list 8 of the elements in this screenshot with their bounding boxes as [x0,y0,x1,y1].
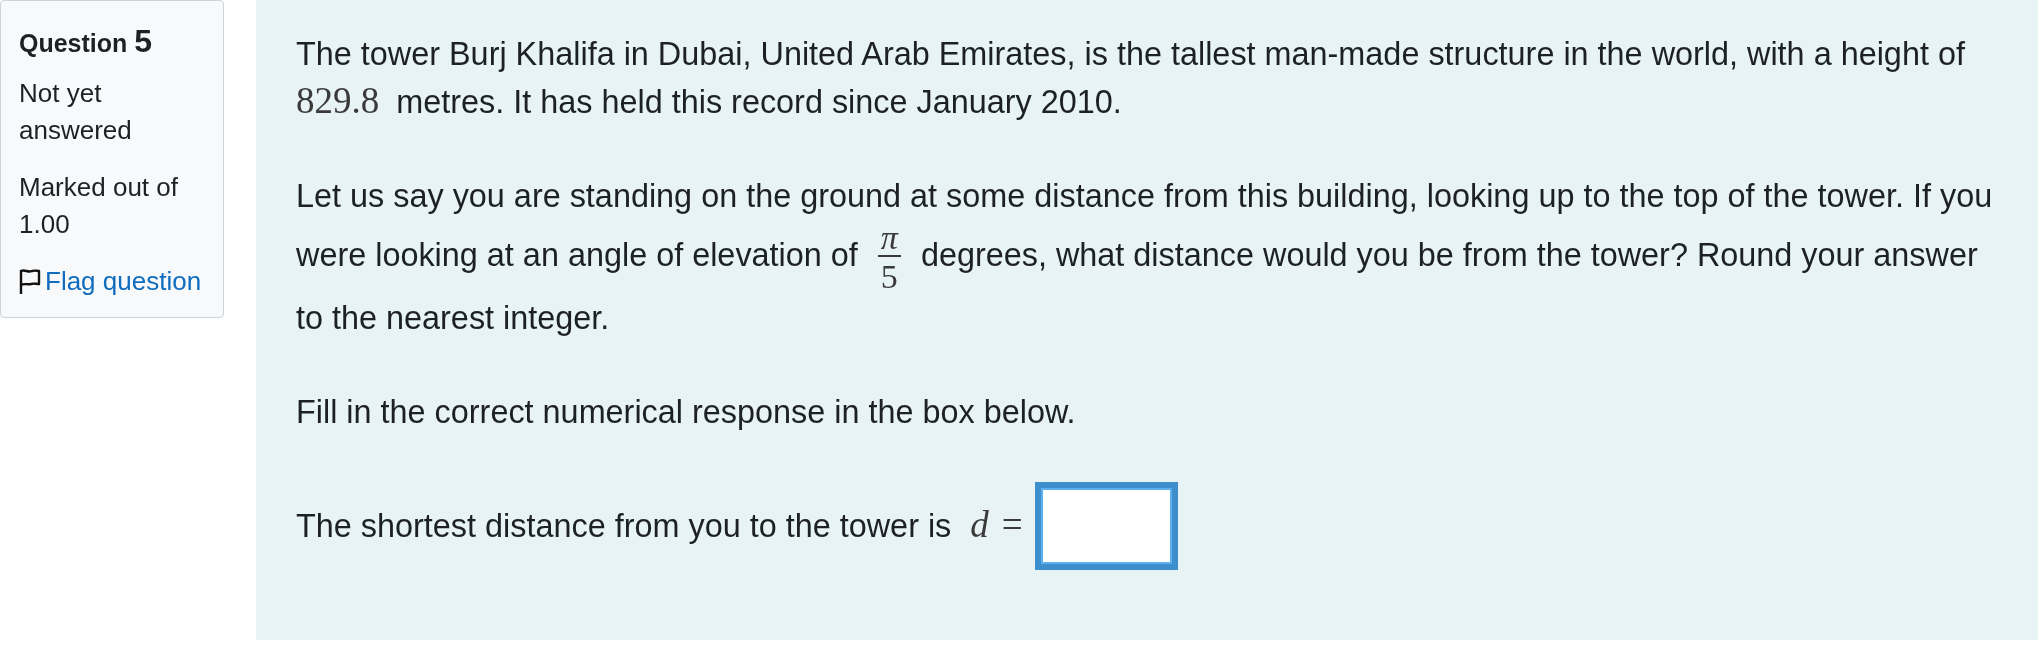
grade-text: Marked out of 1.00 [19,171,179,241]
answer-prompt: The shortest distance from you to the tower is d = [296,503,1024,547]
question-state-text: Not yet answered [19,77,133,147]
question-text: The tower Burj Khalifa in Dubai, United Arab Emirates, is the tallest man-made structure in the world, with a height of 829.8 metres. It has held this record since January 2010. [296,35,1966,123]
answer-field[interactable] [1034,482,1178,570]
flag-question-link[interactable]: Flag question [19,263,202,300]
question-text: Fill in the correct numerical response in the box below. [296,393,1077,432]
question-number-heading: Question 5 [19,22,154,61]
